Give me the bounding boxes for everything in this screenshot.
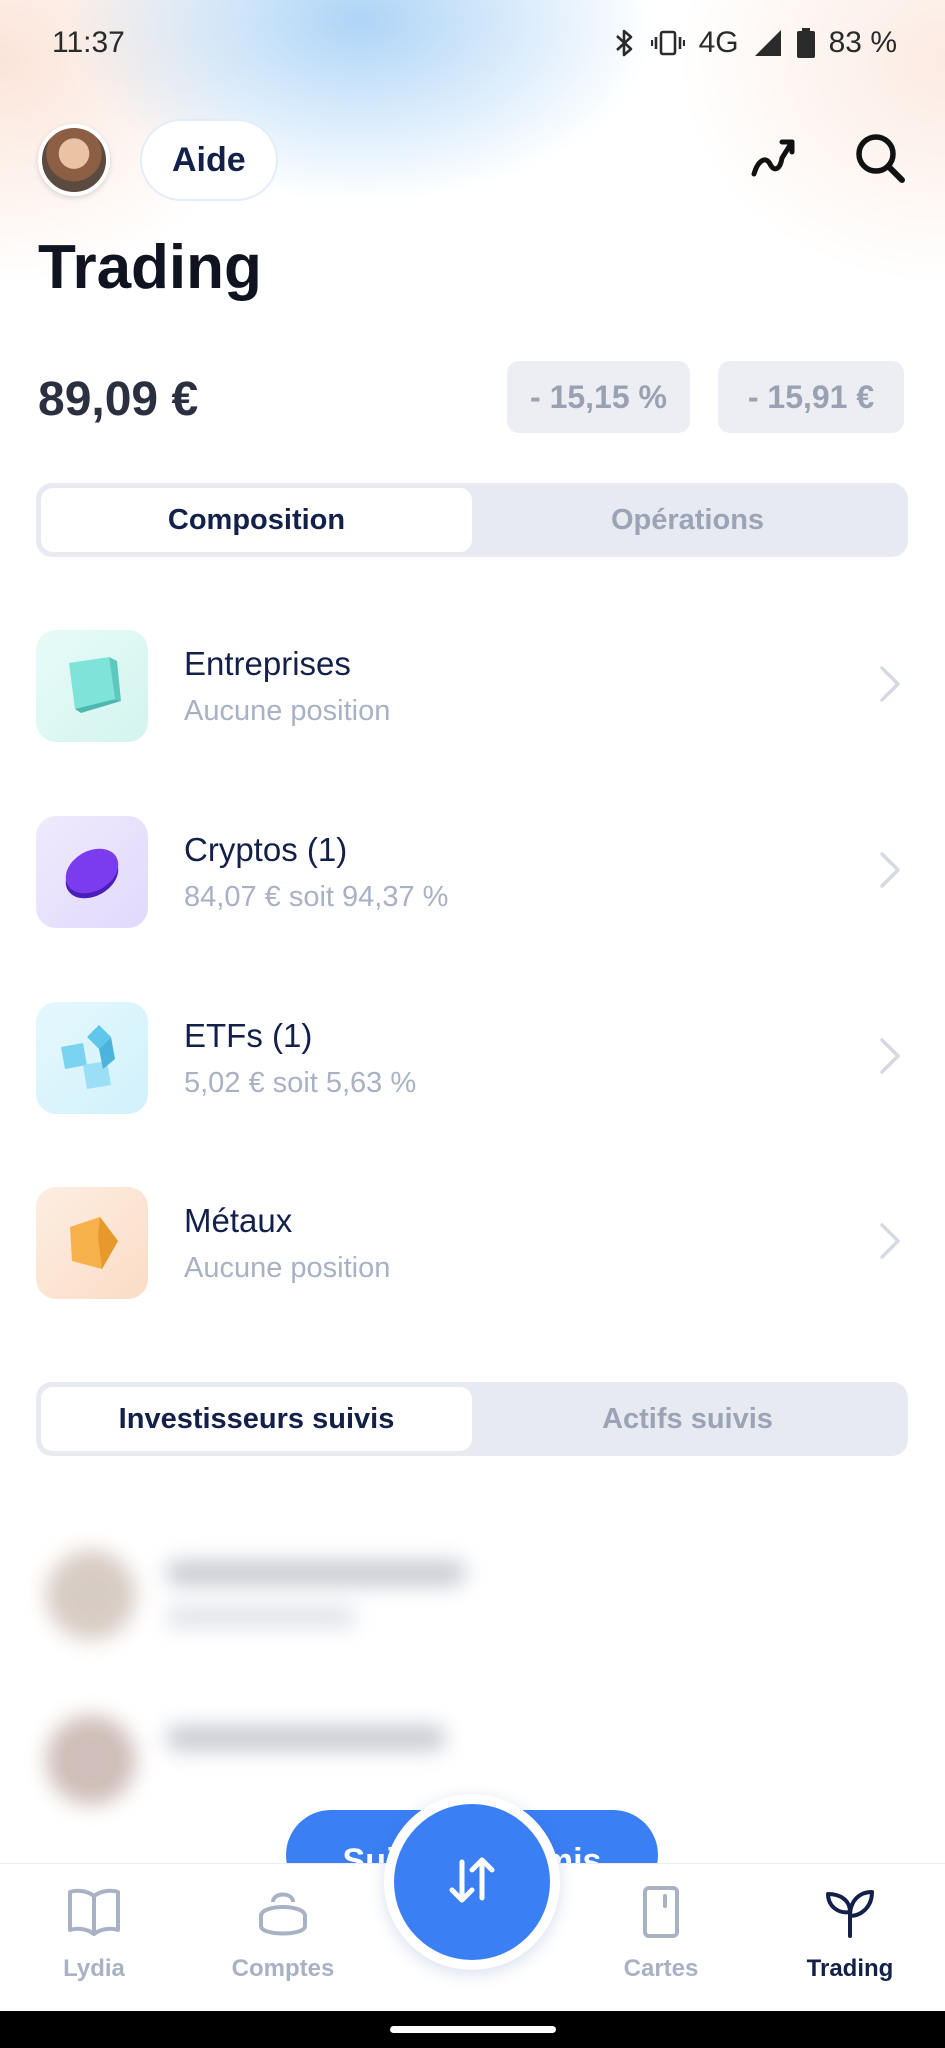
signal-icon — [753, 28, 783, 58]
book-icon — [66, 1886, 122, 1945]
category-cryptos[interactable]: Cryptos (1) 84,07 € soit 94,37 % — [36, 816, 908, 928]
category-subtitle: Aucune position — [184, 1251, 391, 1284]
gold-ingot-icon — [36, 1187, 148, 1299]
category-title: Métaux — [184, 1201, 293, 1239]
blurred-investor-row — [36, 1705, 636, 1815]
portfolio-balance: 89,09 € — [38, 373, 199, 426]
avatar[interactable] — [38, 124, 110, 196]
header-actions — [746, 130, 908, 191]
trend-icon[interactable] — [746, 130, 802, 191]
blue-cubes-icon — [36, 1002, 148, 1114]
category-metaux[interactable]: Métaux Aucune position — [36, 1187, 908, 1299]
status-icons: 4G 83 % — [613, 26, 897, 60]
vibrate-icon — [650, 28, 685, 58]
card-icon — [633, 1886, 689, 1945]
top-header: Aide — [38, 118, 908, 202]
transfer-fab[interactable] — [384, 1794, 560, 1970]
tab-composition[interactable]: Composition — [41, 488, 472, 552]
category-title: Cryptos (1) — [184, 830, 348, 868]
chevron-right-icon — [878, 850, 902, 895]
status-bar: 11:37 4G 83 % — [0, 0, 945, 86]
composition-tabs: Composition Opérations — [36, 483, 908, 557]
bluetooth-icon — [613, 27, 637, 59]
battery-icon — [796, 28, 815, 58]
category-subtitle: Aucune position — [184, 694, 391, 727]
category-etfs[interactable]: ETFs (1) 5,02 € soit 5,63 % — [36, 1002, 908, 1114]
nav-label: Comptes — [231, 1955, 335, 1982]
category-entreprises[interactable]: Entreprises Aucune position — [36, 630, 908, 742]
blurred-investor-row — [36, 1540, 636, 1650]
battery-percent: 83 % — [828, 26, 897, 59]
chevron-right-icon — [878, 1221, 902, 1266]
tab-investisseurs-suivis[interactable]: Investisseurs suivis — [41, 1387, 472, 1451]
tab-actifs-suivis[interactable]: Actifs suivis — [472, 1387, 903, 1451]
network-label: 4G — [698, 26, 739, 59]
transfer-fab-inner[interactable] — [394, 1804, 550, 1960]
nav-label: Trading — [806, 1955, 894, 1982]
plant-icon — [822, 1886, 878, 1945]
search-icon[interactable] — [852, 130, 908, 191]
purple-coin-icon — [36, 816, 148, 928]
swap-arrows-icon — [442, 1850, 502, 1915]
status-time: 11:37 — [52, 26, 125, 59]
performance-amount-badge[interactable]: - 15,91 € — [718, 361, 904, 433]
category-subtitle: 5,02 € soit 5,63 % — [184, 1066, 417, 1099]
help-button[interactable]: Aide — [140, 119, 278, 201]
nav-item-lydia[interactable]: Lydia — [19, 1886, 169, 1983]
category-title: Entreprises — [184, 644, 351, 682]
chevron-right-icon — [878, 664, 902, 709]
wallet-icon — [255, 1886, 311, 1945]
page-title: Trading — [38, 233, 262, 302]
nav-label: Lydia — [63, 1955, 125, 1982]
teal-cube-icon — [36, 630, 148, 742]
home-indicator[interactable] — [390, 2026, 556, 2033]
performance-percent-badge[interactable]: - 15,15 % — [507, 361, 690, 433]
nav-label: Cartes — [623, 1955, 699, 1982]
tab-operations[interactable]: Opérations — [472, 488, 903, 552]
category-subtitle: 84,07 € soit 94,37 % — [184, 880, 449, 913]
nav-item-trading[interactable]: Trading — [775, 1886, 925, 1983]
nav-item-comptes[interactable]: Comptes — [208, 1886, 358, 1983]
follow-tabs: Investisseurs suivis Actifs suivis — [36, 1382, 908, 1456]
chevron-right-icon — [878, 1036, 902, 1081]
nav-item-cartes[interactable]: Cartes — [586, 1886, 736, 1983]
category-title: ETFs (1) — [184, 1016, 313, 1054]
